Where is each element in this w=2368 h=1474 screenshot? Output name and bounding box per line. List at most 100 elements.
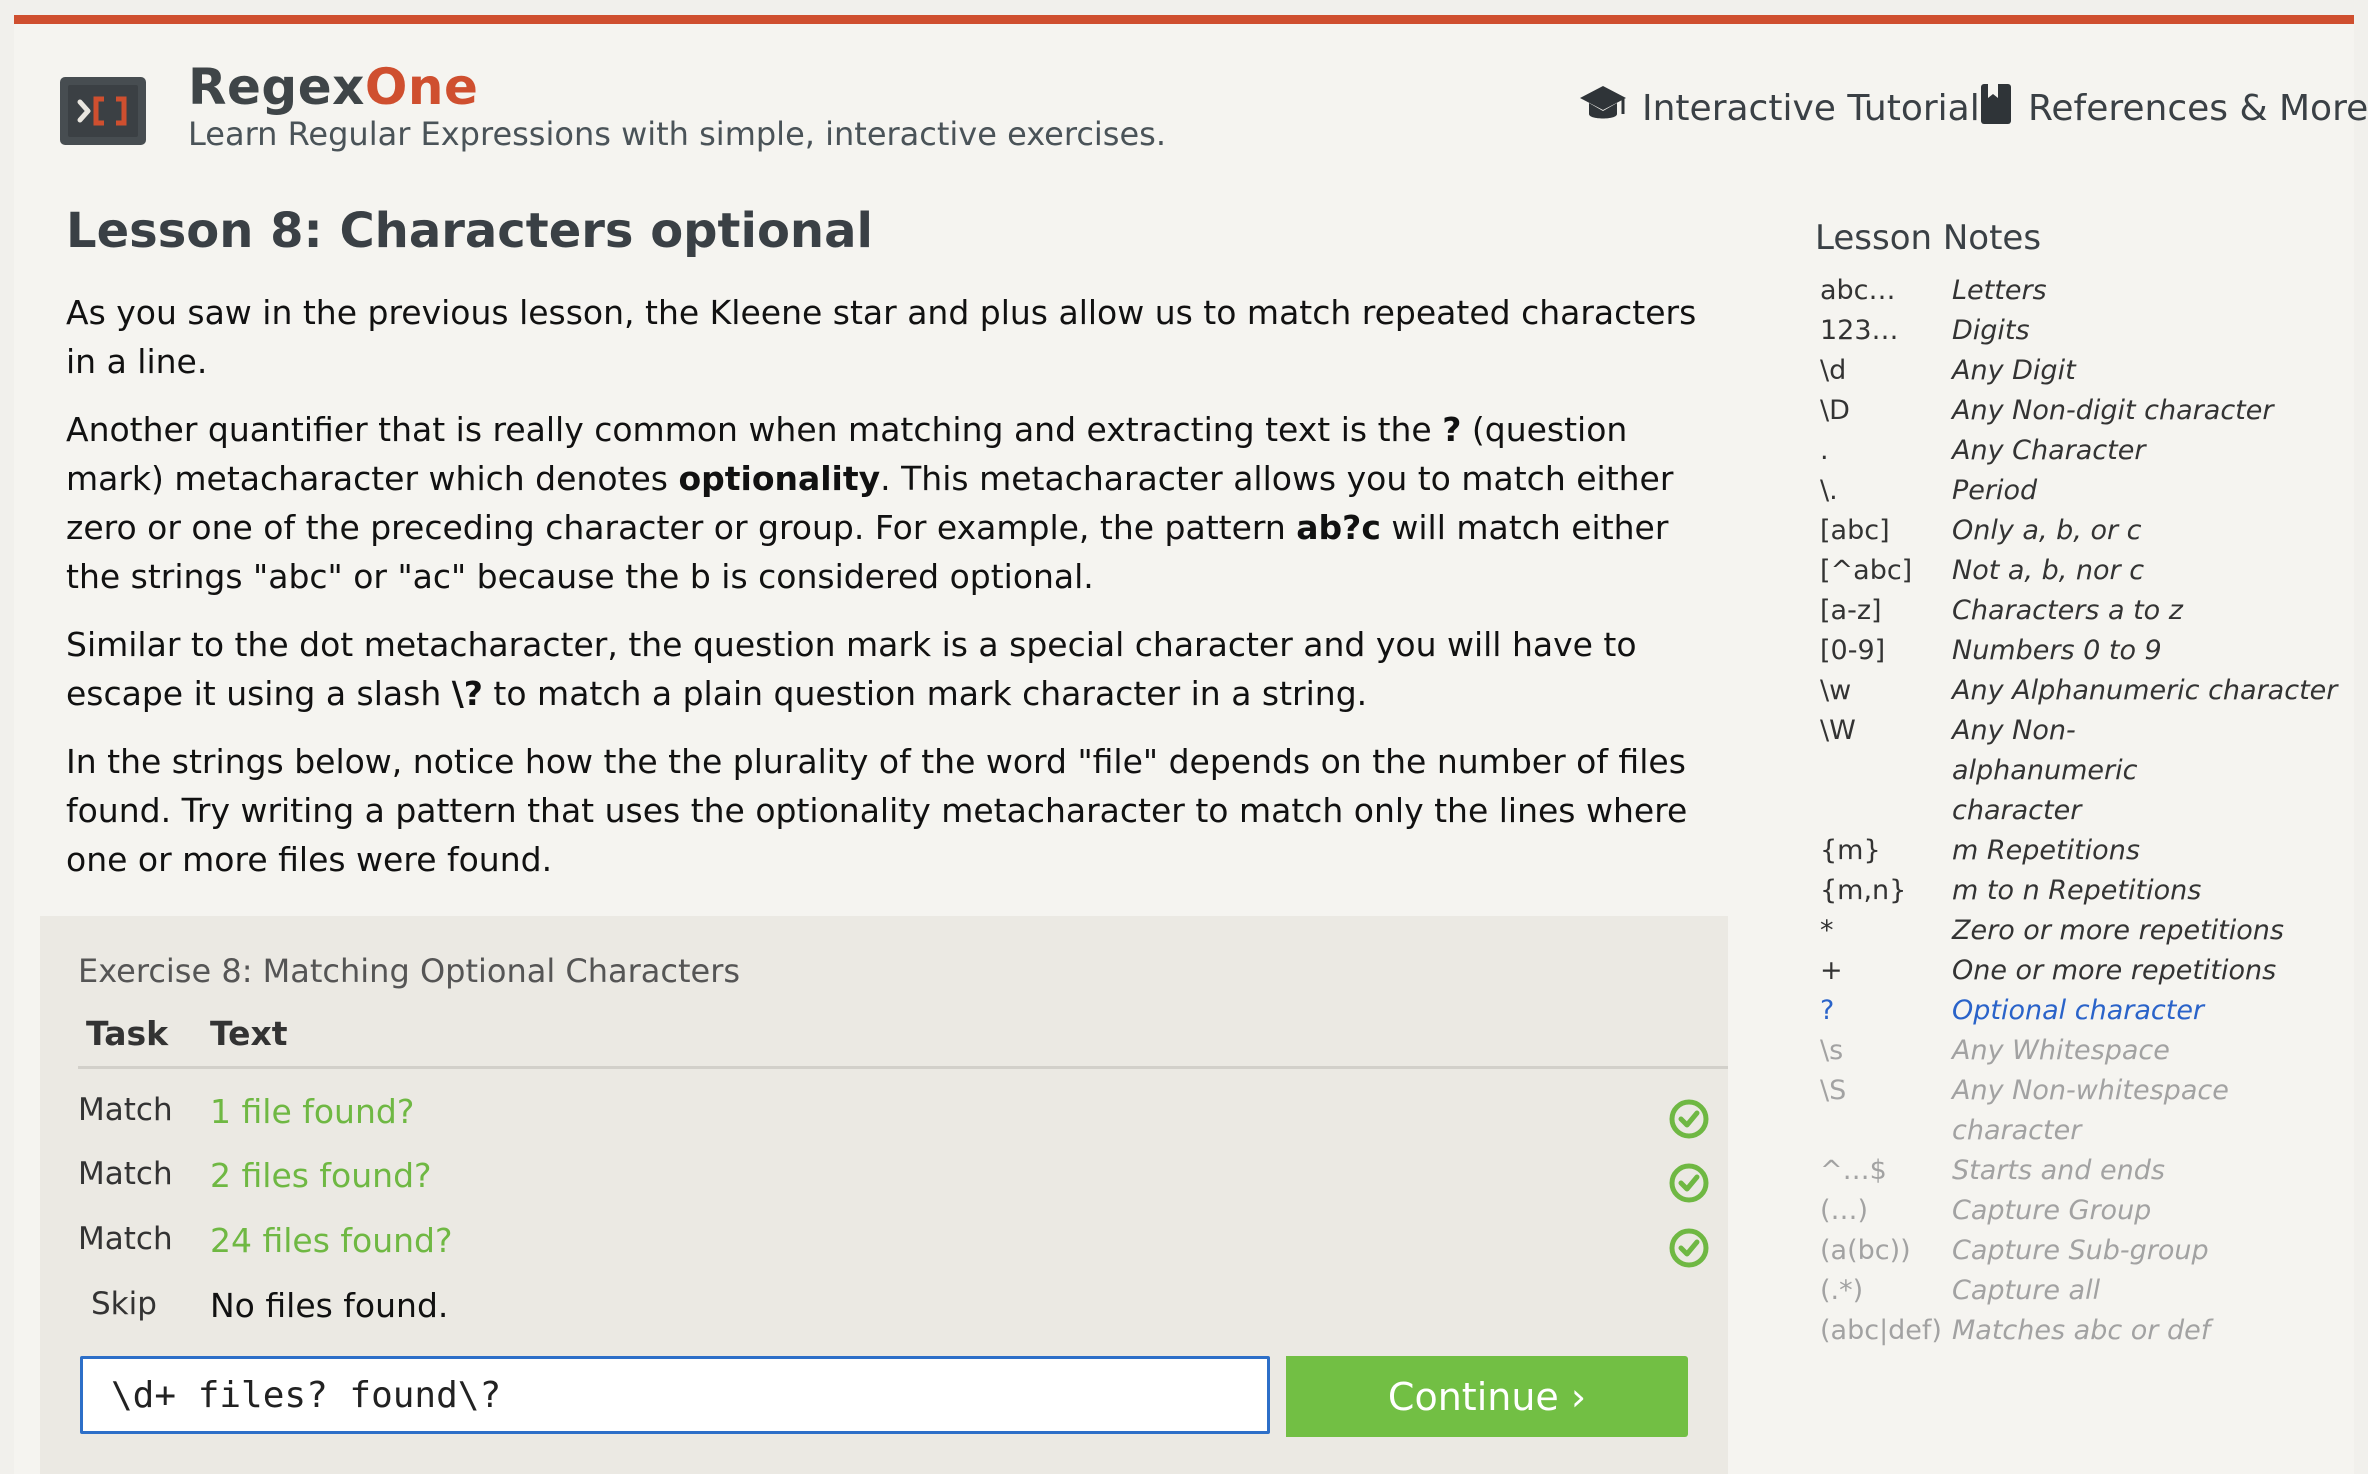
note-key: (…)	[1820, 1195, 1869, 1226]
note-item-locked[interactable]: \S Any Non-whitespace character	[1820, 1071, 2360, 1151]
regex-input[interactable]	[80, 1356, 1270, 1434]
regex-bracket-logo-icon[interactable]	[58, 75, 148, 147]
note-item[interactable]: \w Any Alphanumeric character	[1820, 671, 2360, 711]
note-item[interactable]: abc… Letters	[1820, 271, 2360, 311]
note-key: [a-z]	[1820, 595, 1882, 626]
note-key: *	[1820, 915, 1834, 946]
note-value: Any Alphanumeric character	[1952, 675, 2338, 706]
note-item[interactable]: [0-9] Numbers 0 to 9	[1820, 631, 2360, 671]
brand-name[interactable]: RegexOne	[188, 58, 478, 116]
header-divider	[78, 1066, 1728, 1069]
note-value: Zero or more repetitions	[1952, 915, 2284, 946]
note-item[interactable]: \W Any Non-alphanumeric character	[1820, 711, 2260, 831]
graduation-cap-icon	[1578, 82, 1628, 135]
check-circle-icon	[1668, 1098, 1710, 1140]
nav-label: References & More	[2028, 88, 2368, 129]
lesson-paragraph: As you saw in the previous lesson, the K…	[66, 293, 1697, 381]
note-item-locked[interactable]: ^…$ Starts and ends	[1820, 1151, 2360, 1191]
note-key: (abc|def)	[1820, 1315, 1942, 1346]
note-item-locked[interactable]: \s Any Whitespace	[1820, 1031, 2360, 1071]
note-item-locked[interactable]: (.*) Capture all	[1820, 1271, 2360, 1311]
note-item[interactable]: . Any Character	[1820, 431, 2360, 471]
note-item[interactable]: [a-z] Characters a to z	[1820, 591, 2360, 631]
tagline: Learn Regular Expressions with simple, i…	[188, 115, 1166, 153]
nav-label: Interactive Tutorial	[1642, 88, 1980, 129]
lesson-paragraph: Another quantifier that is really common…	[66, 410, 1674, 596]
note-item[interactable]: * Zero or more repetitions	[1820, 911, 2360, 951]
note-item[interactable]: [abc] Only a, b, or c	[1820, 511, 2360, 551]
note-key: [0-9]	[1820, 635, 1886, 666]
nav-interactive-tutorial[interactable]: Interactive Tutorial	[1578, 82, 1980, 135]
note-item[interactable]: [^abc] Not a, b, nor c	[1820, 551, 2360, 591]
note-key: .	[1820, 435, 1829, 466]
exercise-panel: Exercise 8: Matching Optional Characters…	[40, 916, 1728, 1474]
top-accent-bar	[14, 15, 2354, 24]
row-text: 24 files found?	[210, 1221, 453, 1260]
row-task: Skip	[91, 1286, 157, 1322]
table-row: Match 24 files found?	[78, 1221, 1728, 1277]
note-key: [abc]	[1820, 515, 1890, 546]
note-key: \D	[1820, 395, 1850, 426]
note-item[interactable]: 123… Digits	[1820, 311, 2360, 351]
check-circle-icon	[1668, 1162, 1710, 1204]
lesson-paragraph: Similar to the dot metacharacter, the qu…	[66, 625, 1637, 713]
note-value: Digits	[1952, 315, 2030, 346]
column-header-text: Text	[210, 1014, 288, 1053]
note-value: Any Non-alphanumeric character	[1952, 715, 2138, 826]
note-key: \.	[1820, 475, 1838, 506]
book-icon	[1978, 82, 2014, 135]
lesson-notes-list: abc… Letters 123… Digits \d Any Digit \D Any…	[1820, 271, 2360, 1351]
table-row: Match 2 files found?	[78, 1156, 1728, 1212]
note-key: 123…	[1820, 315, 1899, 346]
lesson-paragraph: In the strings below, notice how the the…	[66, 742, 1688, 879]
note-item[interactable]: \d Any Digit	[1820, 351, 2360, 391]
note-key: ?	[1820, 995, 1835, 1026]
note-value: Capture Sub-group	[1952, 1235, 2209, 1266]
lesson-title: Lesson 8: Characters optional	[66, 203, 873, 259]
note-item[interactable]: \D Any Non-digit character	[1820, 391, 2360, 431]
note-item-current[interactable]: ? Optional character	[1820, 991, 2360, 1031]
row-text: No files found.	[210, 1286, 449, 1325]
note-value: Any Digit	[1952, 355, 2076, 386]
column-header-task: Task	[86, 1014, 169, 1053]
table-row: Match 1 file found?	[78, 1092, 1728, 1148]
row-task: Match	[78, 1221, 173, 1257]
lesson-content: As you saw in the previous lesson, the K…	[66, 288, 1706, 903]
note-key: (a(bc))	[1820, 1235, 1911, 1266]
note-item[interactable]: {m,n} m to n Repetitions	[1820, 871, 2360, 911]
brand-accent: One	[364, 58, 479, 116]
exercise-table-header: Task Text	[78, 1014, 1728, 1053]
nav-references[interactable]: References & More	[1978, 82, 2368, 135]
lesson-notes-title: Lesson Notes	[1815, 218, 2042, 258]
note-key: \w	[1820, 675, 1852, 706]
note-item-locked[interactable]: (…) Capture Group	[1820, 1191, 2360, 1231]
note-value: Optional character	[1952, 995, 2205, 1026]
note-value: Only a, b, or c	[1952, 515, 2142, 546]
note-key: [^abc]	[1820, 555, 1913, 586]
note-value: Not a, b, nor c	[1952, 555, 2145, 586]
note-key: abc…	[1820, 275, 1896, 306]
note-item[interactable]: + One or more repetitions	[1820, 951, 2360, 991]
note-item-locked[interactable]: (abc|def) Matches abc or def	[1820, 1311, 2360, 1351]
note-key: \W	[1820, 715, 1856, 746]
note-value: Numbers 0 to 9	[1952, 635, 2162, 666]
note-value: Letters	[1952, 275, 2047, 306]
note-item-locked[interactable]: (a(bc)) Capture Sub-group	[1820, 1231, 2360, 1271]
note-key: \S	[1820, 1075, 1847, 1106]
note-item[interactable]: \. Period	[1820, 471, 2360, 511]
note-value: Period	[1952, 475, 2038, 506]
note-value: Any Non-whitespace character	[1952, 1075, 2229, 1146]
check-circle-icon	[1668, 1227, 1710, 1269]
note-key: +	[1820, 955, 1843, 986]
note-item[interactable]: {m} m Repetitions	[1820, 831, 2360, 871]
exercise-title: Exercise 8: Matching Optional Characters	[78, 952, 741, 990]
row-task: Match	[78, 1092, 173, 1128]
row-text: 2 files found?	[210, 1156, 432, 1195]
note-value: Any Non-digit character	[1952, 395, 2274, 426]
note-value: Any Character	[1952, 435, 2146, 466]
row-task: Match	[78, 1156, 173, 1192]
note-value: Any Whitespace	[1952, 1035, 2170, 1066]
row-text: 1 file found?	[210, 1092, 415, 1131]
continue-button[interactable]: Continue ›	[1286, 1356, 1688, 1437]
note-value: Starts and ends	[1952, 1155, 2165, 1186]
